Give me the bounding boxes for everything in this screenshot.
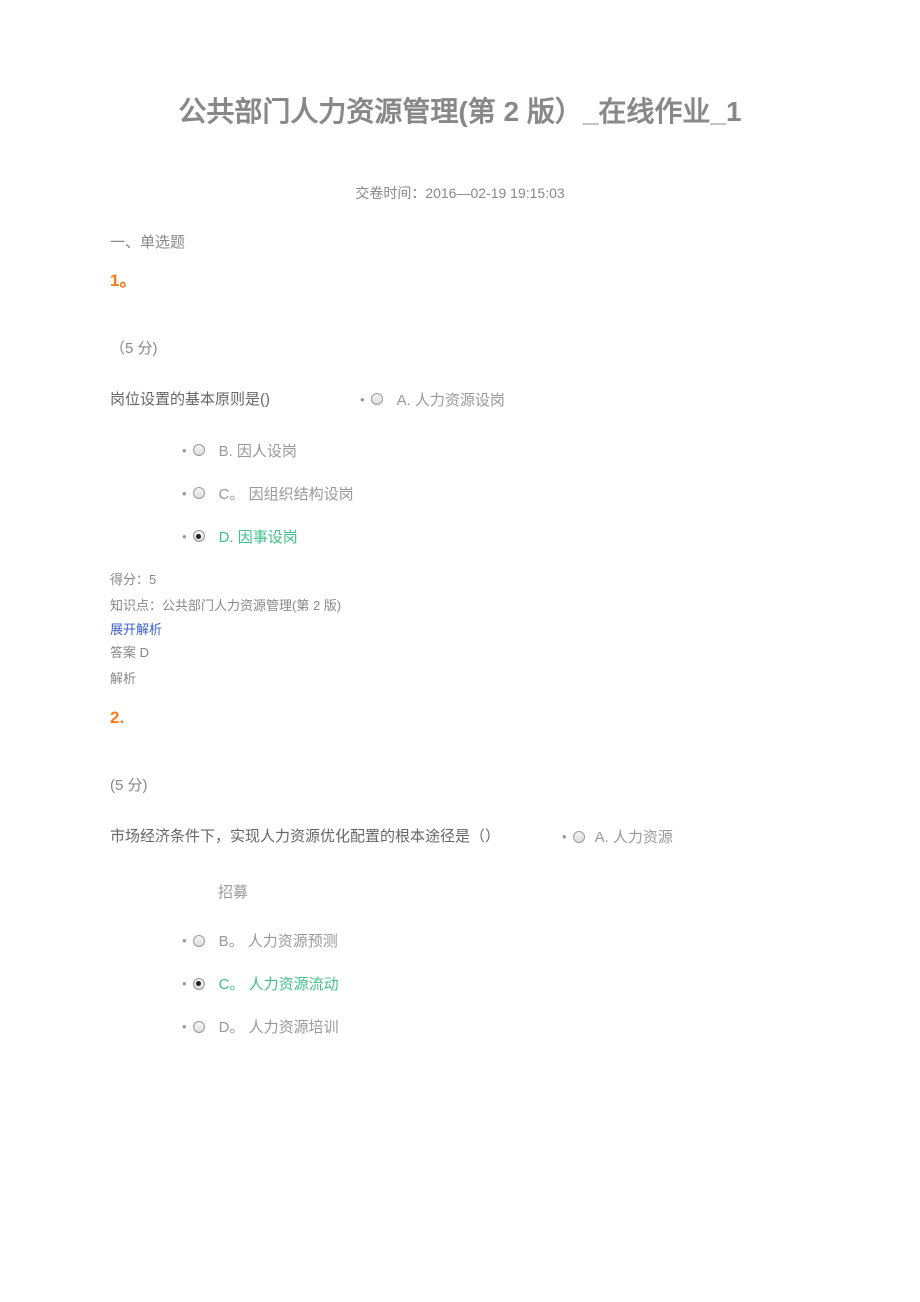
answer-line: 答案 D xyxy=(110,642,810,664)
radio-icon xyxy=(193,444,205,456)
question-points-2: (5 分) xyxy=(110,774,810,795)
radio-icon xyxy=(193,1021,205,1033)
expand-explain-link[interactable]: 展开解析 xyxy=(110,619,810,638)
option-label: C。 因组织结构设岗 xyxy=(219,483,354,504)
radio-icon-checked xyxy=(193,530,205,542)
question-points-1: （5 分) xyxy=(110,337,810,358)
radio-icon xyxy=(371,393,383,405)
bullet-icon: • xyxy=(182,529,187,544)
question-stem-1: 岗位设置的基本原则是() xyxy=(110,388,270,409)
section-heading: 一、单选题 xyxy=(110,231,810,252)
radio-icon-checked xyxy=(193,978,205,990)
radio-icon xyxy=(193,487,205,499)
option-c-q1[interactable]: • C。 因组织结构设岗 xyxy=(182,483,810,504)
bullet-icon: • xyxy=(360,392,365,407)
option-a-q2-continued: 招募 xyxy=(218,881,810,902)
bullet-icon: • xyxy=(182,443,187,458)
radio-icon xyxy=(193,935,205,947)
option-a-q1[interactable]: • A. 人力资源设岗 xyxy=(360,389,505,410)
radio-icon xyxy=(573,831,585,843)
page-title: 公共部门人力资源管理(第 2 版）_在线作业_1 xyxy=(110,90,810,135)
option-label: D. 因事设岗 xyxy=(219,526,298,547)
bullet-icon: • xyxy=(182,933,187,948)
option-label: D。 人力资源培训 xyxy=(219,1016,339,1037)
bullet-icon: • xyxy=(182,976,187,991)
question-number-1: 1。 xyxy=(110,266,810,291)
question-number-2: 2. xyxy=(110,708,810,728)
option-d-q1[interactable]: • D. 因事设岗 xyxy=(182,526,810,547)
option-b-q2[interactable]: • B。 人力资源预测 xyxy=(182,930,810,951)
bullet-icon: • xyxy=(182,1019,187,1034)
option-d-q2[interactable]: • D。 人力资源培训 xyxy=(182,1016,810,1037)
question-stem-2: 市场经济条件下，实现人力资源优化配置的根本途径是（） xyxy=(110,825,500,846)
option-label: B。 人力资源预测 xyxy=(219,930,338,951)
option-label: A. 人力资源 xyxy=(595,826,673,847)
knowledge-point: 知识点：公共部门人力资源管理(第 2 版) xyxy=(110,595,810,617)
option-label: C。 人力资源流动 xyxy=(219,973,339,994)
bullet-icon: • xyxy=(182,486,187,501)
bullet-icon: • xyxy=(562,829,567,844)
option-b-q1[interactable]: • B. 因人设岗 xyxy=(182,440,810,461)
option-label: A. 人力资源设岗 xyxy=(397,389,505,410)
option-label: B. 因人设岗 xyxy=(219,440,297,461)
score-line: 得分：5 xyxy=(110,569,810,591)
option-a-q2[interactable]: • A. 人力资源 xyxy=(562,826,673,847)
explain-label: 解析 xyxy=(110,668,810,690)
submit-time: 交卷时间：2016—02-19 19:15:03 xyxy=(110,183,810,203)
option-c-q2[interactable]: • C。 人力资源流动 xyxy=(182,973,810,994)
